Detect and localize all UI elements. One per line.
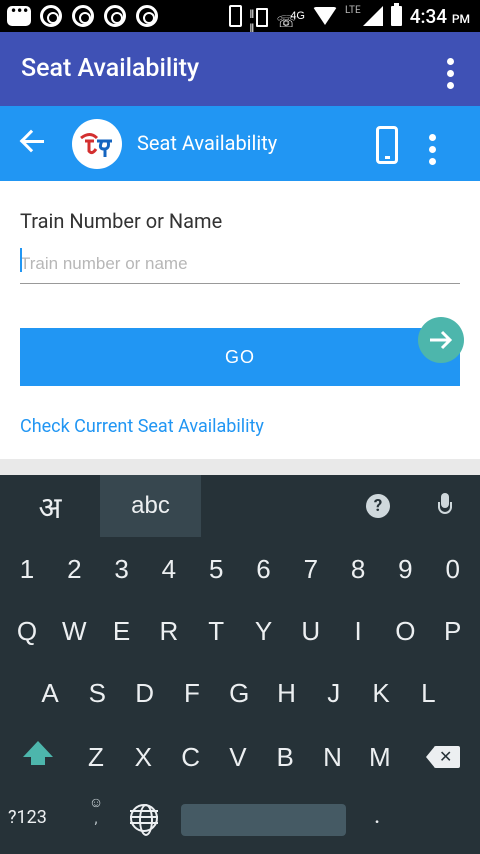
help-icon[interactable]: ? — [366, 494, 390, 518]
key-6[interactable]: 6 — [242, 537, 286, 601]
clock-time: 4:34 — [409, 4, 448, 28]
letter-key-row-2: ASDFGHJKL — [0, 661, 480, 725]
key-b[interactable]: B — [263, 725, 307, 789]
chrome-notification-icon — [134, 4, 160, 28]
key-c[interactable]: C — [169, 725, 213, 789]
key-i[interactable]: I — [336, 599, 380, 663]
chat-notification-icon — [6, 4, 32, 28]
key-8[interactable]: 8 — [336, 537, 380, 601]
go-button[interactable]: GO — [20, 328, 460, 386]
key-g[interactable]: G — [217, 661, 261, 725]
key-k[interactable]: K — [359, 661, 403, 725]
vibrate-icon — [249, 6, 270, 35]
signal-icon — [362, 6, 383, 26]
text-cursor — [20, 248, 22, 272]
check-current-availability-link[interactable]: Check Current Seat Availability — [20, 416, 264, 437]
key-s[interactable]: S — [75, 661, 119, 725]
key-m[interactable]: M — [358, 725, 402, 789]
shift-icon — [21, 739, 55, 775]
chrome-notification-icon — [70, 4, 96, 28]
page-more-options-icon[interactable] — [420, 134, 444, 174]
seat-availability-form: Train Number or Name GO Check Current Se… — [0, 181, 480, 459]
status-bar: 4G LTE 4:34 PM — [0, 0, 480, 35]
key-l[interactable]: L — [406, 661, 450, 725]
clock: 4:34 PM — [410, 5, 470, 28]
key-y[interactable]: Y — [242, 599, 286, 663]
key-0[interactable]: 0 — [431, 537, 475, 601]
train-number-input[interactable] — [20, 244, 460, 284]
key-v[interactable]: V — [216, 725, 260, 789]
app-logo — [72, 119, 122, 169]
key-q[interactable]: Q — [5, 599, 49, 663]
key-e[interactable]: E — [100, 599, 144, 663]
key-j[interactable]: J — [312, 661, 356, 725]
key-w[interactable]: W — [52, 599, 96, 663]
back-arrow-icon[interactable] — [18, 126, 48, 156]
app-bar-title: Seat Availability — [21, 54, 200, 83]
app-bar: Seat Availability — [0, 32, 480, 106]
keyboard-toolbar: अ abc ? — [0, 475, 480, 537]
emoji-icon: ☺ — [88, 795, 104, 811]
key-5[interactable]: 5 — [194, 537, 238, 601]
key-f[interactable]: F — [170, 661, 214, 725]
key-9[interactable]: 9 — [383, 537, 427, 601]
mobile-device-icon[interactable] — [376, 126, 398, 164]
letter-key-row-1: QWERTYUIOP — [0, 599, 480, 663]
letter-key-row-3: ZXCVBNM — [0, 725, 480, 789]
phone-icon — [229, 5, 243, 27]
system-icons: 4G LTE 4:34 PM — [229, 3, 470, 35]
chrome-notification-icon — [102, 4, 128, 28]
lte-label: LTE — [345, 4, 361, 16]
key-1[interactable]: 1 — [5, 537, 49, 601]
key-3[interactable]: 3 — [100, 537, 144, 601]
key-r[interactable]: R — [147, 599, 191, 663]
page-toolbar: Seat Availability — [0, 106, 480, 181]
key-h[interactable]: H — [265, 661, 309, 725]
network-type-label: 4G — [276, 10, 305, 31]
shift-key[interactable] — [14, 725, 62, 789]
key-7[interactable]: 7 — [289, 537, 333, 601]
page-title: Seat Availability — [137, 131, 278, 155]
number-key-row: 1234567890 — [0, 537, 480, 601]
emoji-comma-key[interactable]: ☺ , — [82, 795, 110, 835]
key-p[interactable]: P — [431, 599, 475, 663]
backspace-icon — [426, 746, 460, 768]
key-x[interactable]: X — [121, 725, 165, 789]
chrome-notification-icon — [38, 4, 64, 28]
wifi-icon — [313, 7, 337, 25]
key-a[interactable]: A — [28, 661, 72, 725]
globe-icon[interactable] — [130, 804, 158, 836]
backspace-key[interactable] — [418, 725, 468, 789]
period-key[interactable]: . — [374, 801, 380, 829]
key-n[interactable]: N — [311, 725, 355, 789]
comma-label: , — [94, 811, 98, 827]
hindi-language-tab[interactable]: अ — [0, 475, 100, 537]
microphone-icon[interactable] — [438, 493, 452, 521]
arrow-right-icon — [430, 330, 453, 350]
key-t[interactable]: T — [194, 599, 238, 663]
divider — [0, 459, 480, 475]
battery-icon — [390, 3, 402, 26]
keyboard-bottom-row: ?123 ☺ , . — [0, 787, 480, 854]
soft-keyboard: अ abc ? 1234567890 QWERTYUIOP ASDFGHJKL … — [0, 475, 480, 854]
more-options-icon[interactable] — [438, 58, 462, 98]
logo-glyph-icon — [80, 133, 112, 157]
key-z[interactable]: Z — [74, 725, 118, 789]
english-language-tab[interactable]: abc — [100, 475, 201, 537]
key-d[interactable]: D — [123, 661, 167, 725]
key-o[interactable]: O — [383, 599, 427, 663]
train-field-label: Train Number or Name — [20, 209, 223, 233]
enter-key[interactable] — [418, 317, 464, 363]
key-2[interactable]: 2 — [52, 537, 96, 601]
space-bar[interactable] — [181, 804, 346, 836]
key-u[interactable]: U — [289, 599, 333, 663]
symbols-key[interactable]: ?123 — [8, 807, 47, 828]
key-4[interactable]: 4 — [147, 537, 191, 601]
notification-icons — [6, 4, 160, 28]
clock-ampm: PM — [451, 11, 470, 26]
